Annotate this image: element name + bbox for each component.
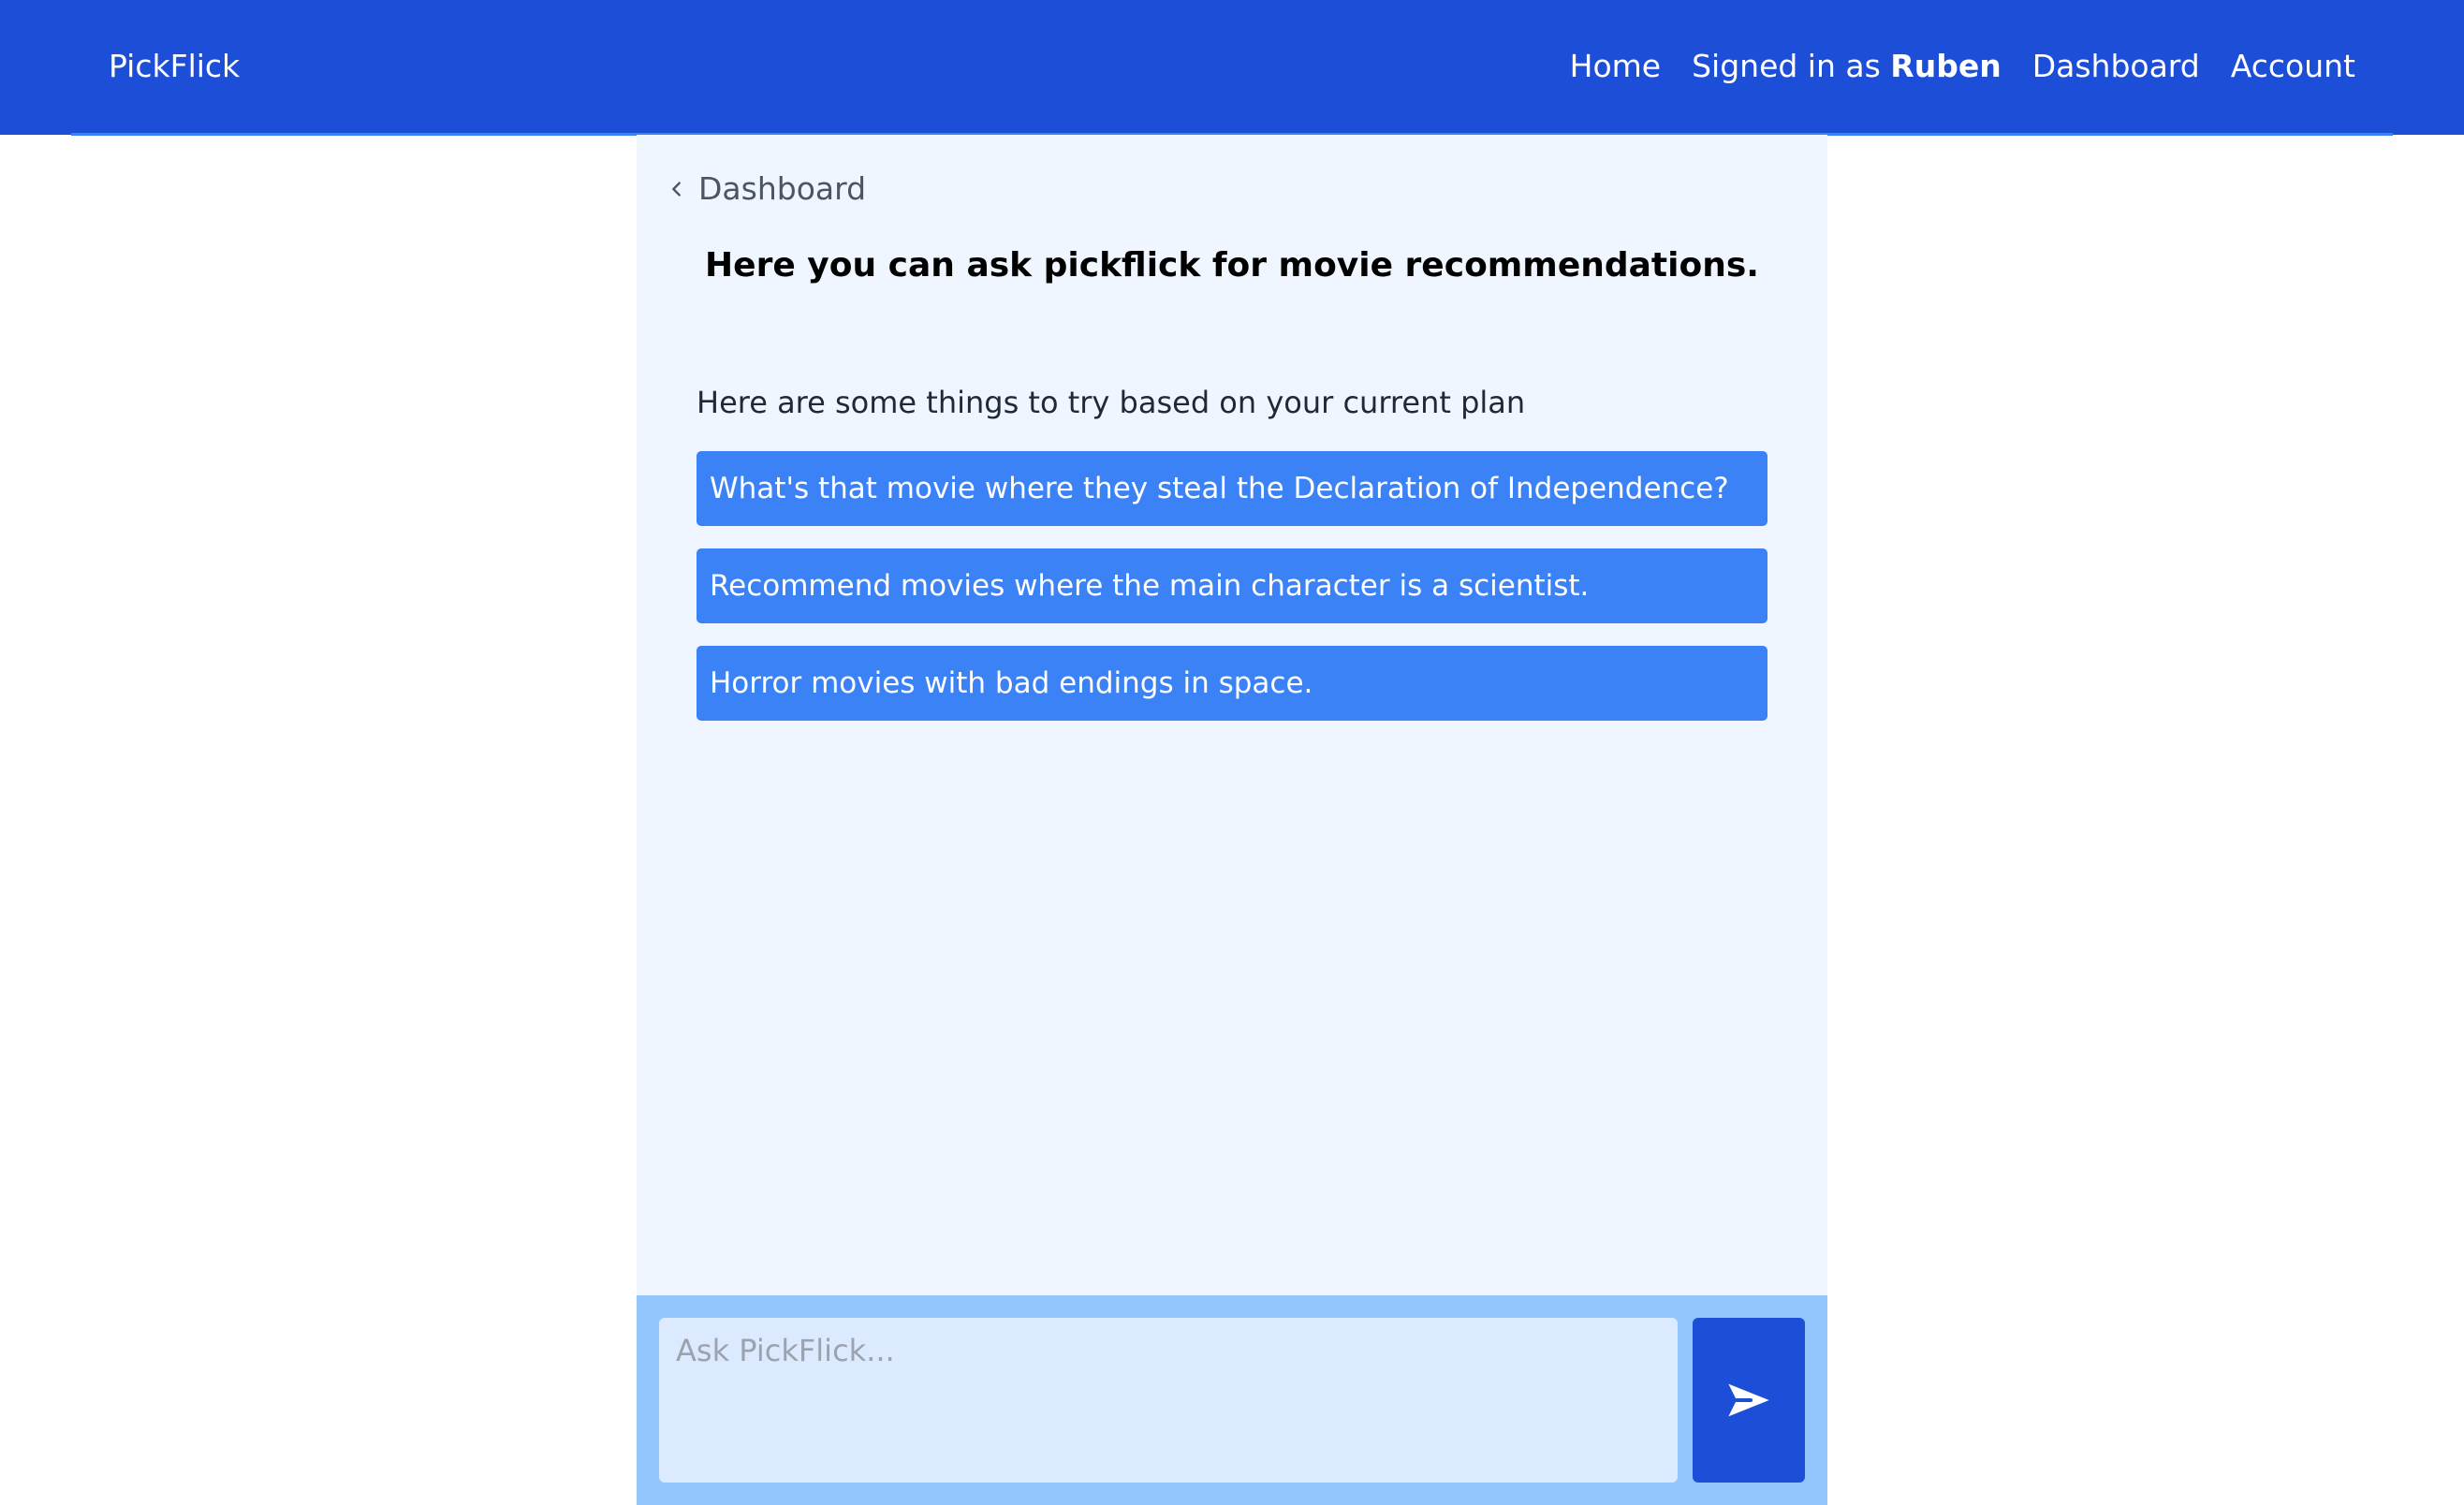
suggestion-button[interactable]: Horror movies with bad endings in space.: [697, 646, 1767, 721]
paper-plane-icon: [1728, 1383, 1769, 1417]
page-title: Here you can ask pickflick for movie rec…: [705, 246, 1759, 285]
suggestion-button[interactable]: What's that movie where they steal the D…: [697, 451, 1767, 526]
nav-links: Home Signed in as Ruben Dashboard Accoun…: [1570, 46, 2355, 87]
nav-home-link[interactable]: Home: [1570, 46, 1661, 87]
top-navbar: PickFlick Home Signed in as Ruben Dashbo…: [0, 0, 2464, 135]
back-to-dashboard-link[interactable]: Dashboard: [667, 168, 866, 210]
suggestions-label: Here are some things to try based on you…: [697, 385, 1526, 420]
chevron-left-icon: [672, 182, 681, 197]
nav-dashboard-link[interactable]: Dashboard: [2032, 46, 2200, 87]
suggestion-list: What's that movie where they steal the D…: [697, 451, 1767, 743]
chat-panel: Dashboard Here you can ask pickflick for…: [637, 135, 1827, 1505]
message-input-bar: [637, 1295, 1827, 1505]
signed-in-indicator: Signed in as Ruben: [1692, 46, 2002, 87]
send-button[interactable]: [1693, 1318, 1805, 1483]
signed-in-username: Ruben: [1890, 48, 2002, 84]
brand-logo[interactable]: PickFlick: [109, 46, 240, 87]
signed-in-prefix: Signed in as: [1692, 48, 1891, 84]
ask-input[interactable]: [659, 1318, 1678, 1483]
suggestion-button[interactable]: Recommend movies where the main characte…: [697, 548, 1767, 623]
nav-account-link[interactable]: Account: [2231, 46, 2355, 87]
back-link-label: Dashboard: [698, 170, 867, 207]
